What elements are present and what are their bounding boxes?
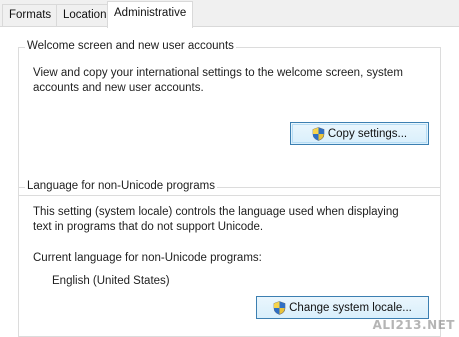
welcome-screen-group: Welcome screen and new user accounts Vie… — [18, 40, 441, 196]
unicode-description-line-1: This setting (system locale) controls th… — [33, 206, 399, 218]
site-watermark: ALI213.NET — [372, 318, 455, 332]
welcome-description-line-1: View and copy your international setting… — [33, 67, 403, 79]
welcome-description-line-2: accounts and new user accounts. — [33, 82, 204, 94]
uac-shield-icon — [312, 126, 325, 141]
tab-strip: Formats Location Administrative — [0, 0, 459, 28]
non-unicode-group-title: Language for non-Unicode programs — [25, 180, 217, 192]
change-system-locale-button-label: Change system locale... — [289, 301, 412, 314]
tab-formats[interactable]: Formats — [2, 4, 59, 26]
uac-shield-icon — [273, 300, 286, 315]
copy-settings-button-label: Copy settings... — [327, 127, 408, 140]
change-system-locale-button[interactable]: Change system locale... — [256, 296, 429, 319]
current-language-value: English (United States) — [52, 275, 170, 287]
non-unicode-group: Language for non-Unicode programs This s… — [18, 180, 441, 337]
welcome-screen-group-title: Welcome screen and new user accounts — [25, 40, 236, 52]
copy-settings-button[interactable]: Copy settings... — [290, 122, 429, 145]
tab-location[interactable]: Location — [56, 4, 114, 26]
administrative-panel: Welcome screen and new user accounts Vie… — [0, 27, 459, 337]
unicode-description-line-2: text in programs that do not support Uni… — [33, 221, 264, 233]
current-language-label: Current language for non-Unicode program… — [33, 252, 262, 264]
tab-administrative[interactable]: Administrative — [107, 1, 194, 28]
